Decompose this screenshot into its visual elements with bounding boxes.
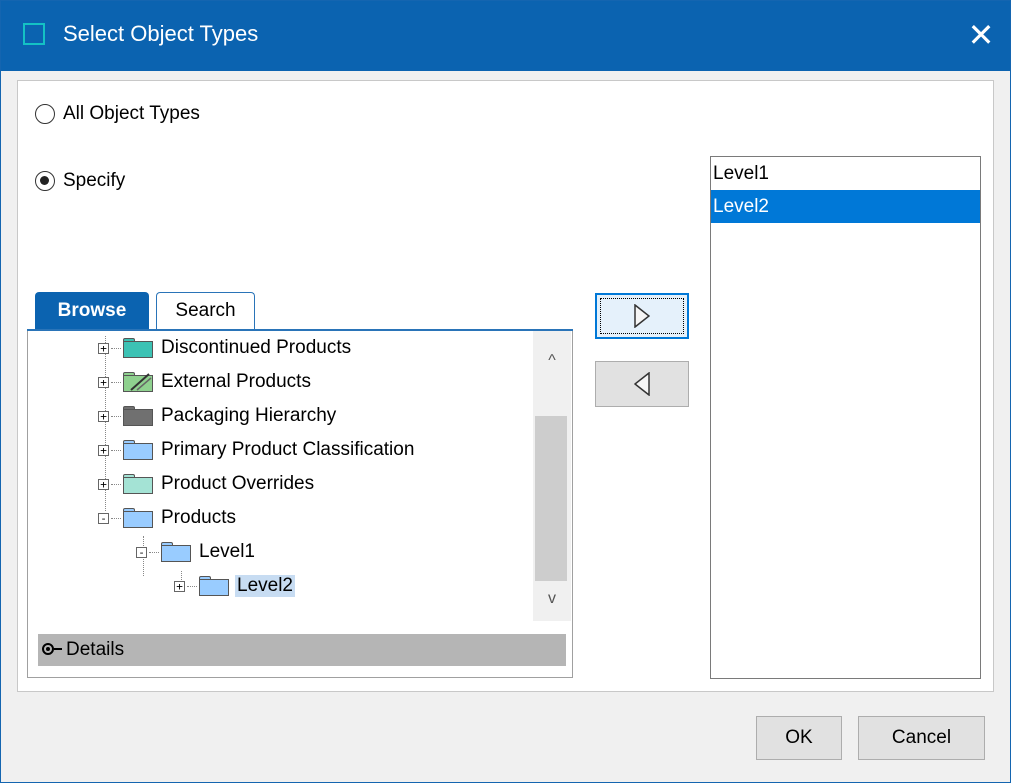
- all-object-types-radio[interactable]: All Object Types: [35, 99, 200, 129]
- ok-button[interactable]: OK: [756, 716, 842, 760]
- remove-from-selection-button[interactable]: [595, 361, 689, 407]
- expand-icon[interactable]: +: [98, 444, 109, 456]
- arrow-right-icon: [634, 304, 650, 328]
- all-object-types-label: All Object Types: [63, 103, 200, 124]
- specify-label: Specify: [63, 170, 126, 191]
- collapse-icon[interactable]: -: [98, 512, 109, 524]
- list-item[interactable]: Level2: [711, 190, 980, 223]
- folder-teal-icon: [123, 474, 153, 494]
- tree-node-label: Product Overrides: [161, 473, 315, 494]
- expand-icon[interactable]: +: [98, 342, 109, 354]
- tree-node[interactable]: - Level1: [136, 537, 257, 567]
- window-title: Select Object Types: [63, 21, 259, 46]
- tree-connector: [111, 347, 121, 349]
- radio-button-checked[interactable]: [35, 171, 55, 191]
- tree-connector: [187, 585, 197, 587]
- window-icon: [23, 23, 45, 45]
- tree-connector: [149, 551, 159, 553]
- browse-tree-panel: + Discontinued Products + External Products…: [27, 331, 573, 678]
- external-folder-icon: [123, 372, 153, 392]
- folder-blue-icon: [123, 440, 153, 460]
- expand-icon[interactable]: +: [98, 410, 109, 422]
- tree-node-label: Level1: [199, 541, 255, 562]
- expand-icon[interactable]: +: [98, 376, 109, 388]
- title-bar: Select Object Types ✕: [1, 1, 1010, 71]
- folder-teal-icon: [123, 338, 153, 358]
- scroll-down-icon[interactable]: v: [533, 581, 571, 617]
- tree-connector: [111, 517, 121, 519]
- tree-connector: [111, 483, 121, 485]
- arrow-left-icon: [634, 372, 650, 396]
- collapse-icon[interactable]: -: [136, 546, 147, 558]
- tree-node-label: External Products: [161, 371, 311, 392]
- tree-node-label: Products: [161, 507, 236, 528]
- expand-icon[interactable]: +: [174, 580, 185, 592]
- details-key-icon: [42, 643, 64, 657]
- tree-scrollbar[interactable]: ^ v: [533, 331, 571, 621]
- folder-blue-icon: [199, 576, 229, 596]
- folder-blue-icon: [161, 542, 191, 562]
- radio-button-unchecked[interactable]: [35, 104, 55, 124]
- tree-connector: [111, 381, 121, 383]
- tab-search[interactable]: Search: [156, 292, 255, 329]
- tree-node[interactable]: - Products: [98, 503, 238, 533]
- details-toggle[interactable]: Details: [38, 634, 566, 666]
- cancel-button[interactable]: Cancel: [858, 716, 985, 760]
- tree-node[interactable]: + Primary Product Classification: [98, 435, 416, 465]
- tree-node[interactable]: + External Products: [98, 367, 313, 397]
- tree-node[interactable]: + Level2: [174, 571, 295, 601]
- tree-connector: [111, 449, 121, 451]
- add-to-selection-button[interactable]: [595, 293, 689, 339]
- tab-browse[interactable]: Browse: [35, 292, 149, 329]
- folder-dark-icon: [123, 406, 153, 426]
- folder-blue-icon: [123, 508, 153, 528]
- tree-node-label: Primary Product Classification: [161, 439, 415, 460]
- details-label: Details: [66, 639, 125, 660]
- tree-connector: [111, 415, 121, 417]
- scroll-up-icon[interactable]: ^: [533, 343, 571, 379]
- tree-node[interactable]: + Product Overrides: [98, 469, 316, 499]
- close-button[interactable]: ✕: [952, 1, 1010, 71]
- scroll-thumb[interactable]: [535, 416, 567, 581]
- tree-node[interactable]: + Discontinued Products: [98, 333, 353, 363]
- select-object-types-dialog: Select Object Types ✕ All Object Types S…: [0, 0, 1011, 783]
- expand-icon[interactable]: +: [98, 478, 109, 490]
- specify-radio[interactable]: Specify: [35, 166, 125, 196]
- tree-node-label: Discontinued Products: [161, 337, 352, 358]
- tree-node-label: Level2: [235, 575, 295, 597]
- tree-view[interactable]: + Discontinued Products + External Products…: [28, 331, 533, 621]
- tree-node[interactable]: + Packaging Hierarchy: [98, 401, 338, 431]
- selected-types-list[interactable]: Level1 Level2: [710, 156, 981, 679]
- tree-node-label: Packaging Hierarchy: [161, 405, 337, 426]
- list-item[interactable]: Level1: [711, 157, 980, 190]
